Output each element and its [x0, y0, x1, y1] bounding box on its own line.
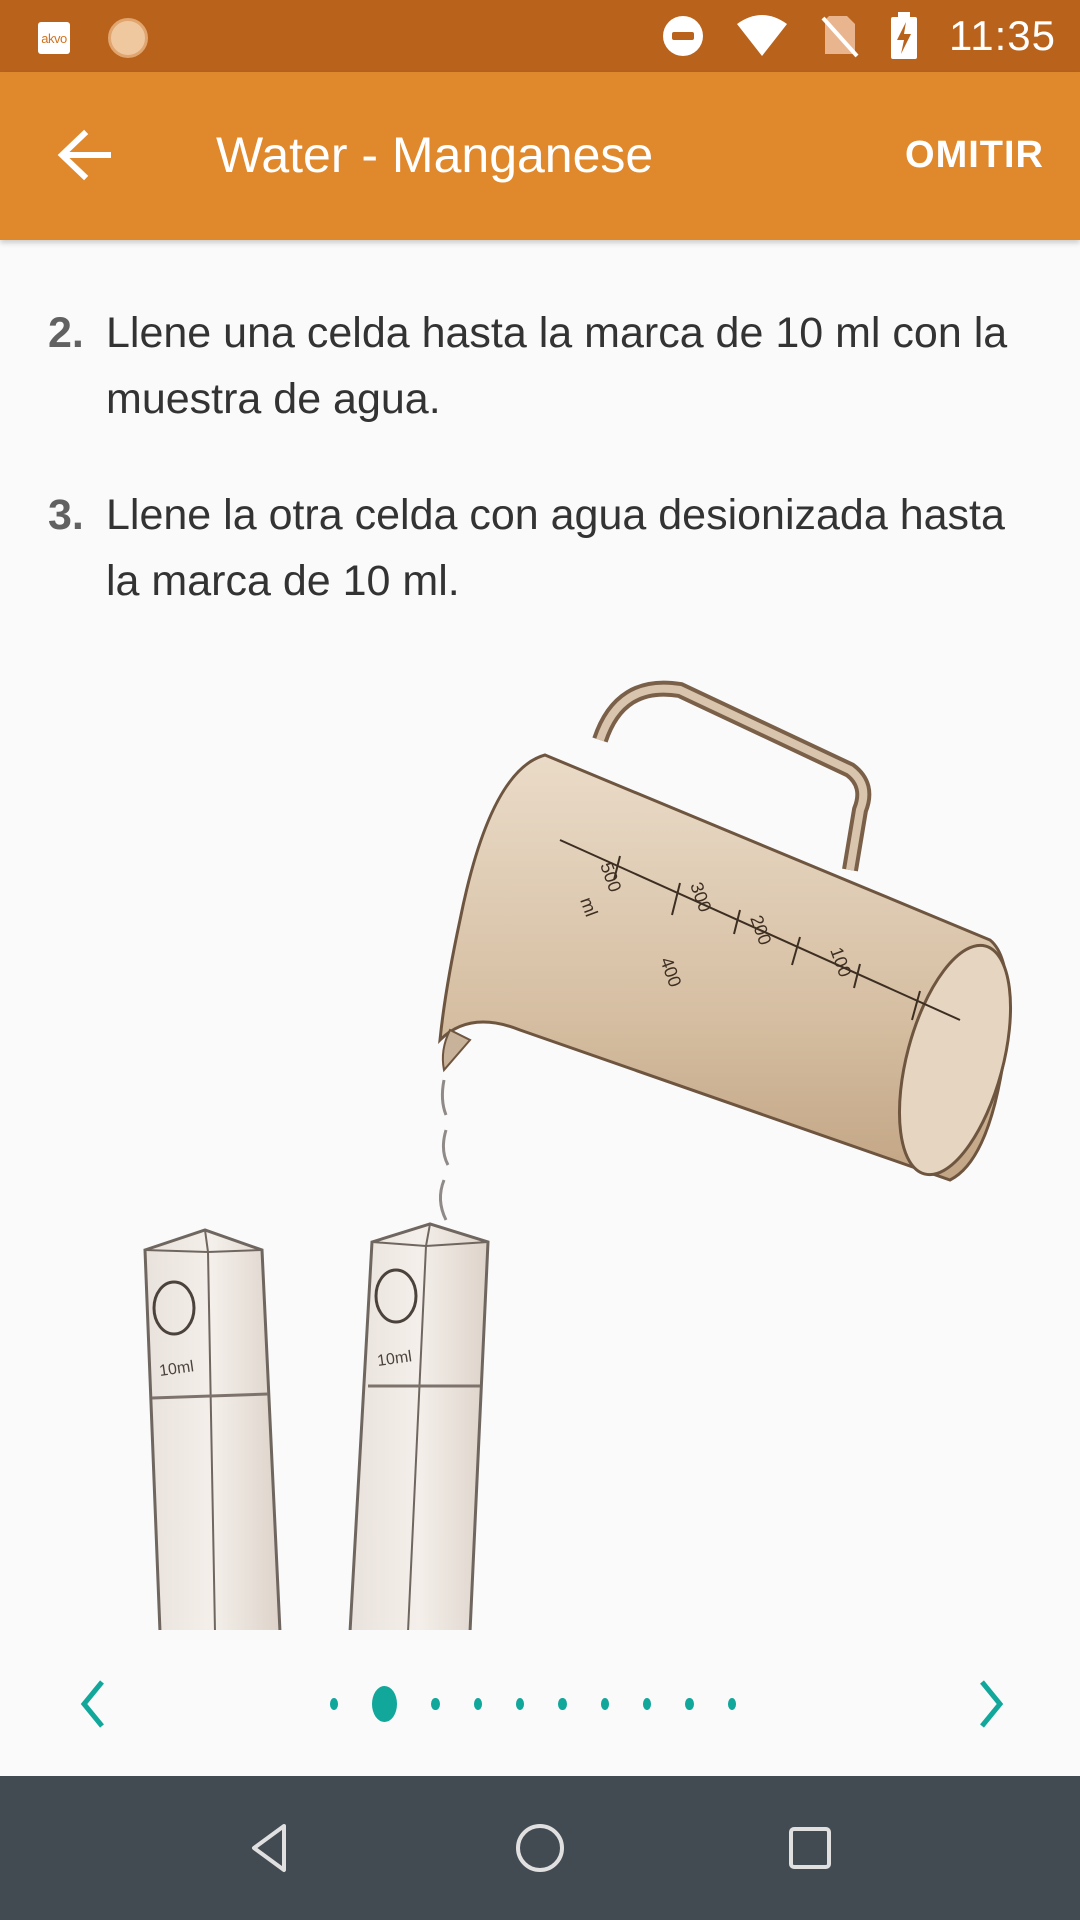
page-dot[interactable]: [685, 1698, 694, 1710]
page-dot[interactable]: [600, 1698, 609, 1710]
measuring-jug: ml 500 400 300 200 100: [438, 680, 1013, 1182]
step-text: Llene la otra celda con agua desionizada…: [106, 491, 1005, 605]
sun-app-icon: [108, 18, 148, 58]
arrow-back-icon[interactable]: [50, 120, 120, 190]
akvo-app-icon: akvo: [38, 22, 70, 54]
page-dot[interactable]: [473, 1698, 482, 1710]
cell-left: 10ml: [143, 1228, 282, 1630]
cell-right: 10ml: [348, 1222, 490, 1630]
status-bar: akvo 11:35: [0, 0, 1080, 72]
status-right-icons: 11:35: [661, 10, 1056, 62]
step-number: 2.: [48, 309, 84, 357]
step-text: Llene una celda hasta la marca de 10 ml …: [106, 309, 1008, 423]
instruction-step: 3. Llene la otra celda con agua desioniz…: [48, 482, 1048, 614]
page-dot[interactable]: [558, 1698, 567, 1710]
recents-square-icon[interactable]: [780, 1818, 840, 1878]
page-dot[interactable]: [642, 1698, 652, 1710]
back-triangle-icon[interactable]: [240, 1818, 300, 1878]
no-sim-icon: [821, 16, 859, 58]
page-dot[interactable]: [330, 1698, 339, 1710]
home-circle-icon[interactable]: [510, 1818, 570, 1878]
system-nav-bar: [0, 1776, 1080, 1920]
next-page-button[interactable]: [960, 1674, 1020, 1734]
instruction-step: 2. Llene una celda hasta la marca de 10 …: [48, 300, 1048, 432]
status-left-icons: akvo: [38, 18, 148, 58]
page-dot[interactable]: [727, 1698, 736, 1710]
page-dot-active[interactable]: [372, 1686, 398, 1722]
instruction-list: 2. Llene una celda hasta la marca de 10 …: [48, 300, 1048, 664]
do-not-disturb-icon: [663, 16, 703, 56]
previous-page-button[interactable]: [64, 1674, 124, 1734]
wifi-icon: [737, 15, 787, 56]
battery-charging-icon: [891, 12, 917, 59]
page-title: Water - Manganese: [216, 127, 654, 183]
pouring-illustration: ml 500 400 300 200 100 10ml 10ml: [143, 680, 1013, 1630]
page-dot[interactable]: [515, 1698, 525, 1710]
step-number: 3.: [48, 491, 84, 539]
page-indicator: [330, 1684, 770, 1724]
page-dot[interactable]: [431, 1698, 440, 1710]
akvo-label: akvo: [41, 30, 67, 46]
app-bar: Water - Manganese OMITIR: [0, 72, 1080, 240]
status-time: 11:35: [949, 12, 1056, 59]
skip-button[interactable]: OMITIR: [905, 134, 1044, 177]
